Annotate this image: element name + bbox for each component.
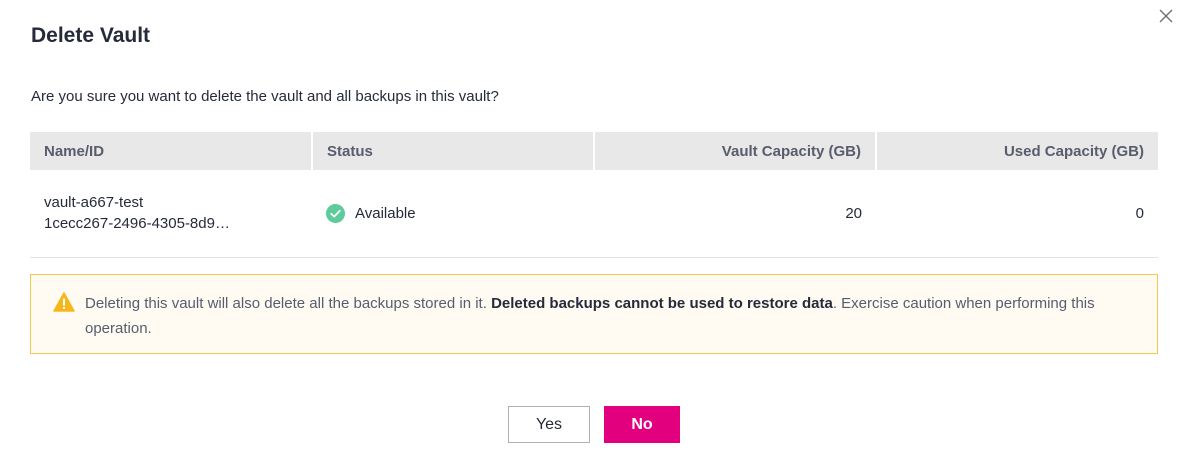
close-button[interactable] <box>1156 6 1176 26</box>
delete-vault-dialog: Delete Vault Are you sure you want to de… <box>0 0 1180 459</box>
confirmation-question: Are you sure you want to delete the vaul… <box>31 88 499 105</box>
warning-triangle-icon <box>53 292 75 312</box>
header-name-id: Name/ID <box>30 132 313 170</box>
warning-text-start: Deleting this vault will also delete all… <box>85 295 492 312</box>
no-button[interactable]: No <box>604 406 680 443</box>
cell-status: Available <box>312 170 594 258</box>
table-row: vault-a667-test 1cecc267-2496-4305-8d9… … <box>30 170 1158 258</box>
warning-text-bold: Deleted backups cannot be used to restor… <box>491 295 833 312</box>
cell-vault-capacity: 20 <box>594 170 876 258</box>
warning-alert: Deleting this vault will also delete all… <box>30 274 1158 354</box>
vault-table: Name/ID Status Vault Capacity (GB) Used … <box>30 132 1158 258</box>
check-circle-icon <box>326 203 345 223</box>
dialog-title: Delete Vault <box>31 24 151 47</box>
header-used-capacity: Used Capacity (GB) <box>876 132 1158 170</box>
table-header-row: Name/ID Status Vault Capacity (GB) Used … <box>30 132 1158 170</box>
vault-id: 1cecc267-2496-4305-8d9… <box>44 215 230 233</box>
status-text: Available <box>355 204 416 222</box>
header-status: Status <box>312 132 595 170</box>
cell-used-capacity: 0 <box>876 170 1158 258</box>
vault-name: vault-a667-test <box>44 194 144 212</box>
warning-text: Deleting this vault will also delete all… <box>85 291 1125 341</box>
yes-button[interactable]: Yes <box>508 406 590 443</box>
header-vault-capacity: Vault Capacity (GB) <box>594 132 877 170</box>
close-icon <box>1159 9 1173 23</box>
cell-name-id: vault-a667-test 1cecc267-2496-4305-8d9… <box>30 170 312 258</box>
